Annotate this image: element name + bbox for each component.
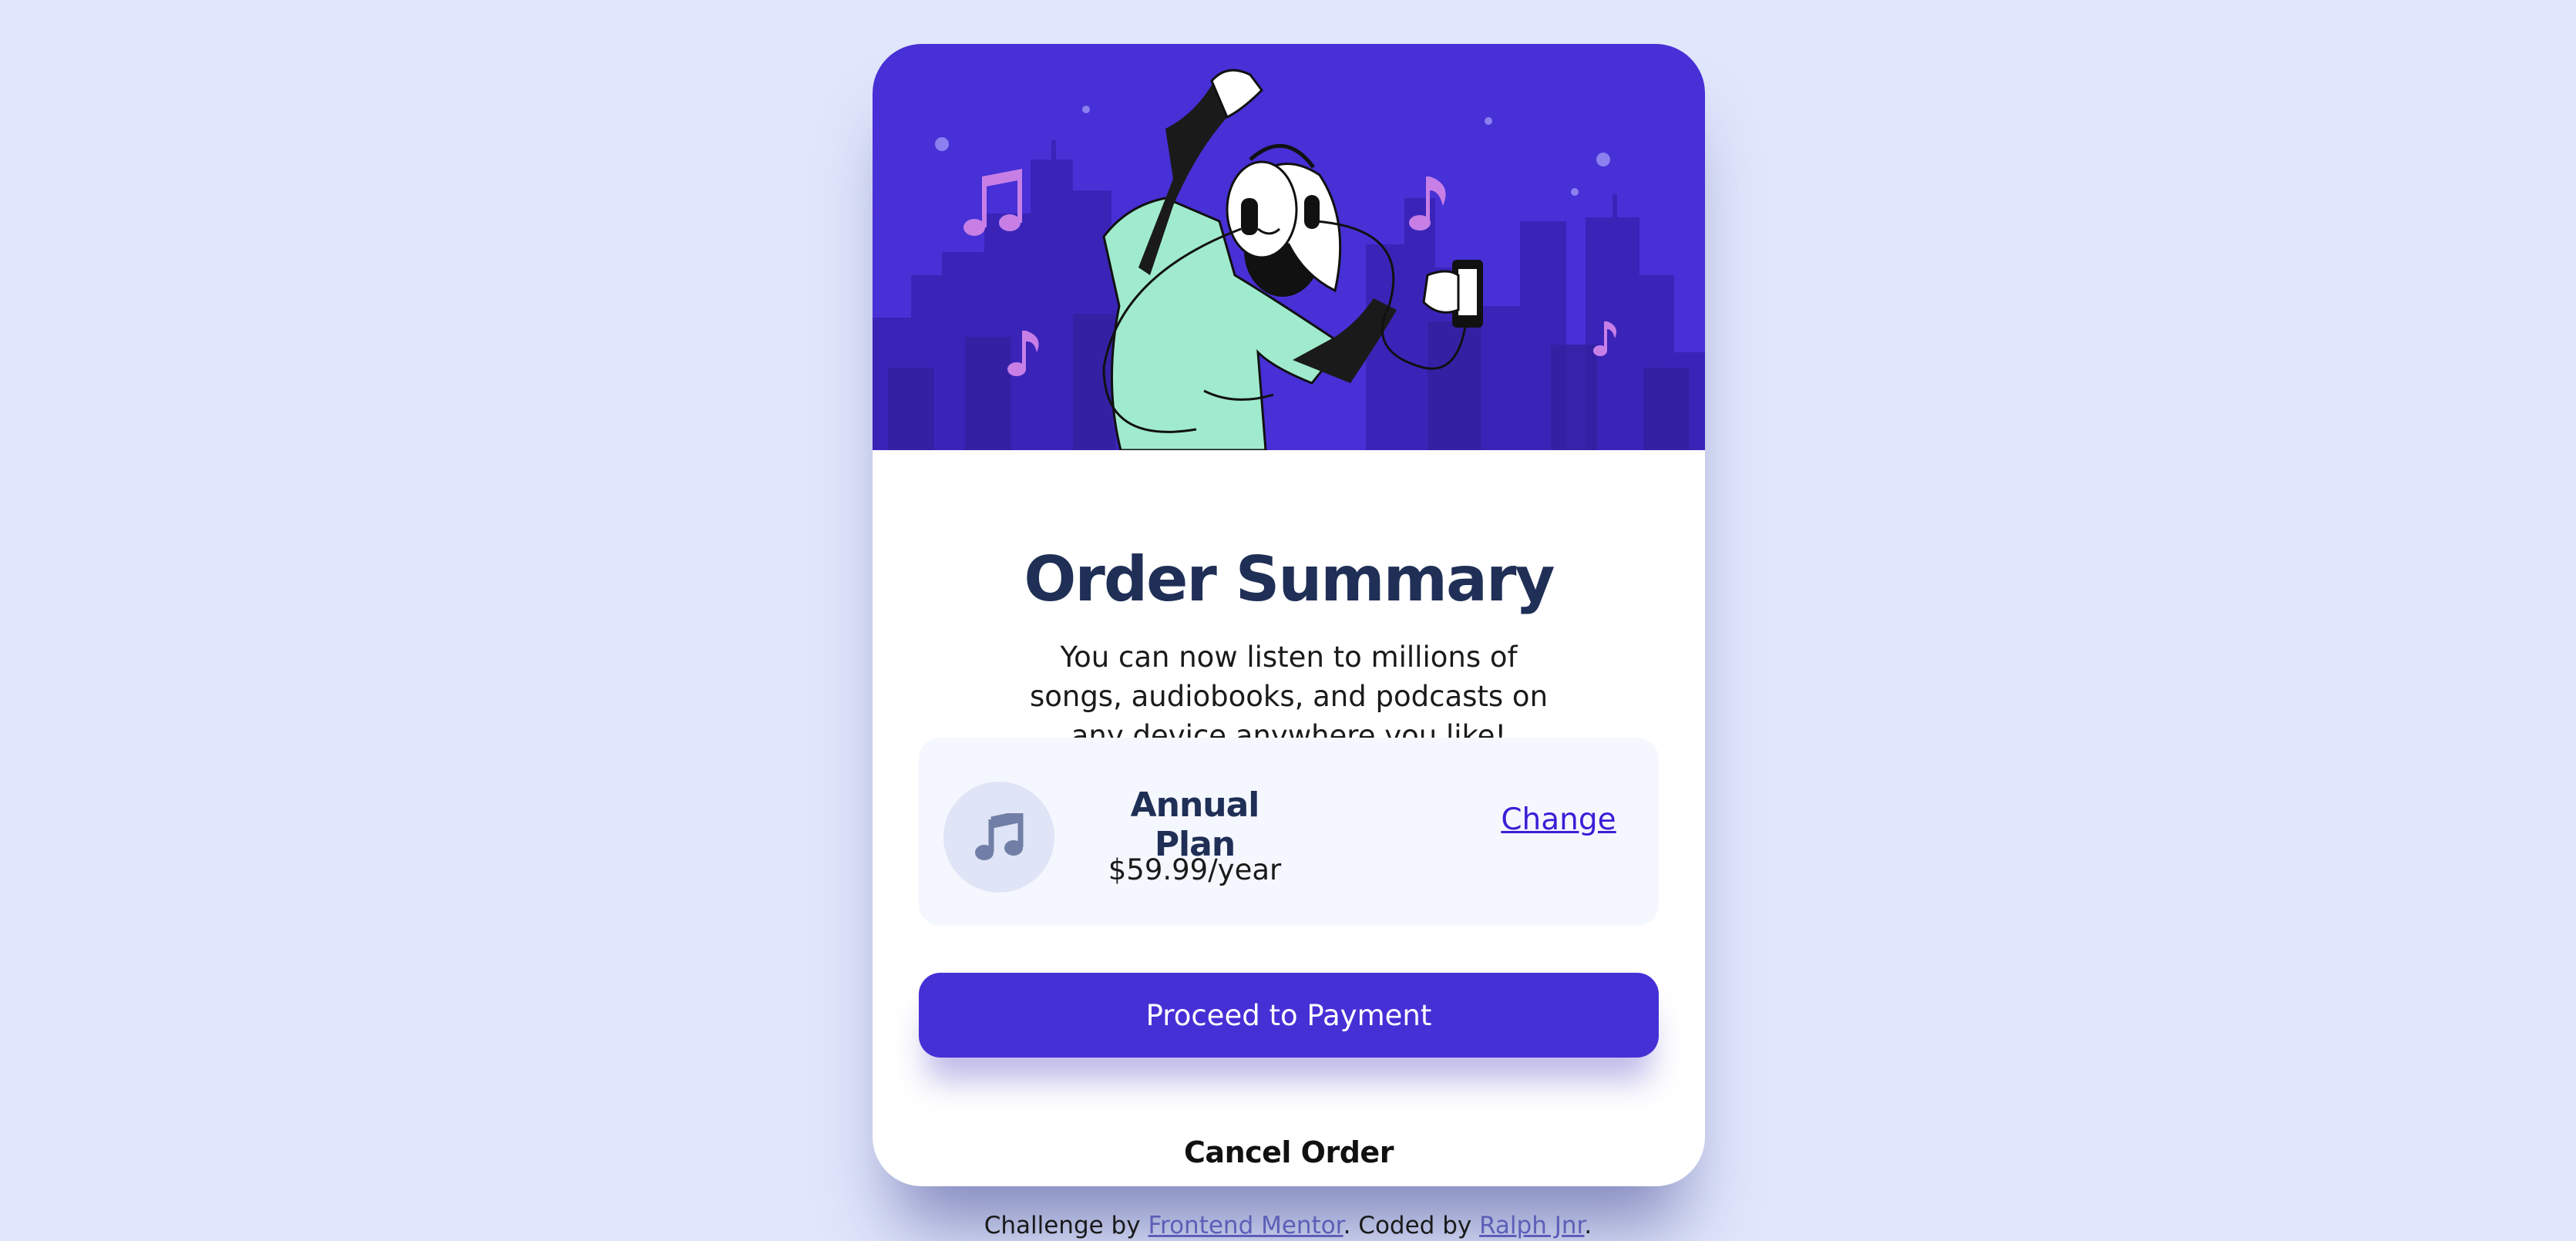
plan-summary: Annual Plan $59.99/year Change bbox=[919, 738, 1659, 926]
plan-icon-circle bbox=[943, 782, 1054, 893]
hero-illustration bbox=[873, 44, 1705, 450]
plan-name: Annual Plan bbox=[1130, 785, 1260, 864]
frontend-mentor-link[interactable]: Frontend Mentor bbox=[1148, 1212, 1343, 1239]
card-title: Order Summary bbox=[1024, 543, 1555, 615]
footer-suffix: . bbox=[1584, 1212, 1592, 1239]
cancel-order-button[interactable]: Cancel Order bbox=[1135, 1129, 1443, 1175]
footer-prefix: Challenge by bbox=[984, 1212, 1148, 1239]
proceed-to-payment-button[interactable]: Proceed to Payment bbox=[919, 973, 1659, 1058]
author-link[interactable]: Ralph Jnr bbox=[1479, 1212, 1584, 1239]
attribution-footer: Challenge by Frontend Mentor. Coded by R… bbox=[0, 1212, 2576, 1239]
change-plan-link[interactable]: Change bbox=[1489, 802, 1628, 837]
music-note-icon bbox=[975, 813, 1024, 860]
plan-price: $59.99/year bbox=[1108, 853, 1282, 886]
footer-middle: . Coded by bbox=[1343, 1212, 1480, 1239]
order-summary-card: Order Summary You can now listen to mill… bbox=[873, 44, 1705, 1186]
